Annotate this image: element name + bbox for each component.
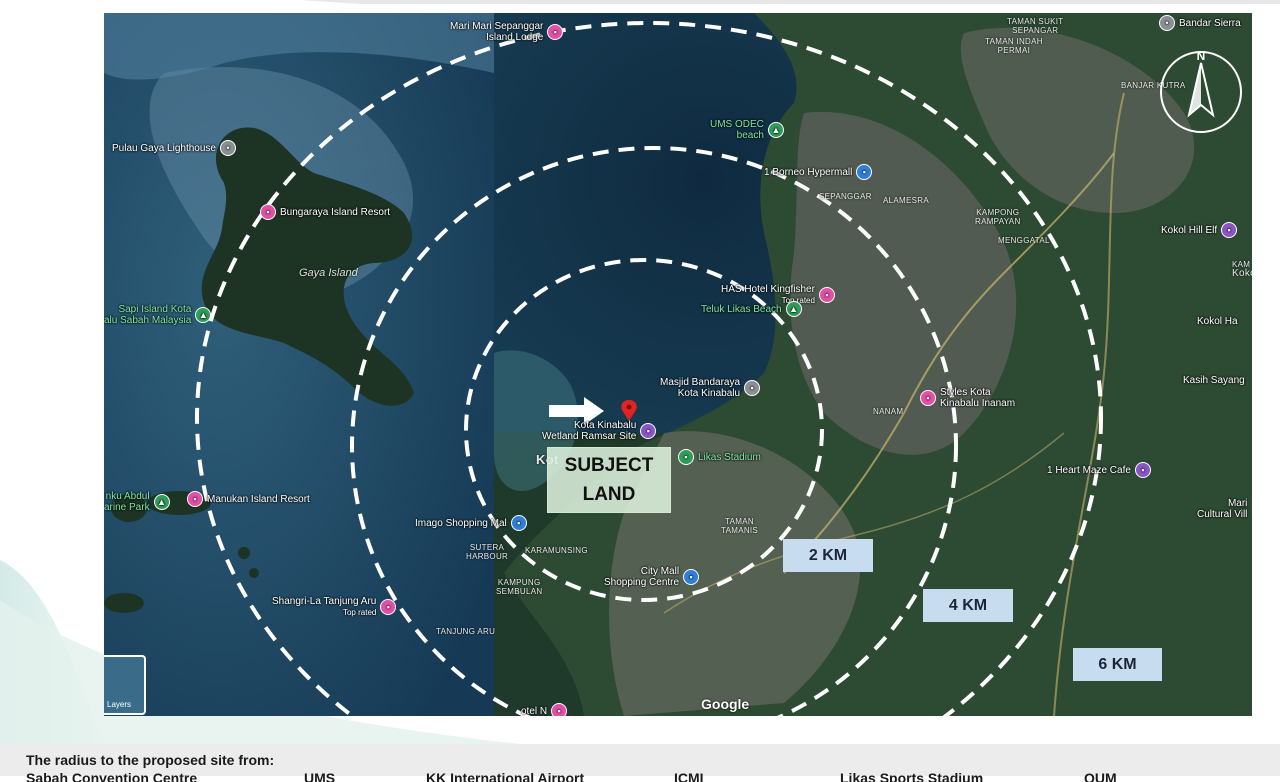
area-label-menggatal: MENGGATAL [998, 236, 1050, 245]
radius-label-2km: 2 KM [783, 539, 873, 572]
poi-sapi-island[interactable]: Sapi Island Kota alu Sabah Malaysia ▲ [104, 304, 212, 326]
hotel-icon: ▪ [187, 491, 203, 507]
poi-kokol-ha[interactable]: Kokol Ha [1197, 316, 1238, 327]
area-label-kampong-rampayan: KAMPONG RAMPAYAN [975, 208, 1021, 226]
layers-button[interactable]: Layers [104, 655, 146, 715]
shopping-icon: ▪ [510, 515, 527, 531]
location-icon: • [1159, 15, 1175, 31]
location-icon: • [219, 140, 236, 156]
poi-shangri-la-tanjung-aru[interactable]: Shangri-La Tanjung Aru Top rated ▪ [272, 596, 397, 618]
poi-wetland-ramsar[interactable]: Kota Kinabalu Wetland Ramsar Site ▪ [542, 420, 657, 442]
radius-label-6km: 6 KM [1073, 648, 1162, 681]
area-label-taman-indah: TAMAN INDAH PERMAI [985, 37, 1043, 55]
poi-mari-mari-cultural[interactable]: Mari Cultural Vill [1197, 498, 1247, 520]
footer-item-4: ICMI [674, 770, 704, 782]
poi-bandar-sierra[interactable]: • Bandar Sierra [1159, 15, 1241, 31]
poi-pulau-gaya-lighthouse[interactable]: Pulau Gaya Lighthouse • [112, 140, 236, 156]
poi-masjid-bandaraya[interactable]: Masjid Bandaraya Kota Kinabalu ▪ [660, 377, 761, 399]
poi-likas-stadium[interactable]: ▪ Likas Stadium [678, 449, 761, 465]
area-label-kam-koko: KAMKoko [1232, 260, 1252, 279]
poi-imago-shopping-mall[interactable]: Imago Shopping Mal ▪ [415, 515, 527, 531]
area-label-alamesra: ALAMESRA [883, 196, 929, 205]
poi-tunku-abdul-rahman-park[interactable]: nku Abdul arine Park ▲ [104, 491, 170, 513]
camera-icon: ▪ [1134, 462, 1151, 478]
poi-1-borneo-hypermall[interactable]: 1 Borneo Hypermall ▪ [764, 164, 873, 180]
subject-land-label: SUBJECT LAND [547, 447, 671, 513]
footer: The radius to the proposed site from: Sa… [0, 744, 1280, 782]
footer-item-1: Sabah Convention Centre [26, 770, 198, 782]
poi-city-mall[interactable]: City Mall Shopping Centre ▪ [604, 566, 700, 588]
shopping-icon: ▪ [683, 569, 700, 585]
beach-icon: ▲ [767, 122, 784, 138]
footer-item-5: Likas Sports Stadium [840, 770, 984, 782]
radius-label-4km: 4 KM [923, 589, 1013, 622]
poi-hotel-nexus[interactable]: otel N ▪ [521, 703, 568, 716]
poi-teluk-likas-beach[interactable]: Teluk Likas Beach ▲ [701, 301, 802, 317]
area-label-tanjung-aru: TANJUNG ARU [436, 627, 496, 636]
poi-manukan-island-resort[interactable]: ▪ Manukan Island Resort [187, 491, 310, 507]
area-label-sutera-harbour: SUTERA HARBOUR [466, 543, 509, 561]
north-arrow-icon: N [1160, 49, 1242, 133]
camera-icon: ▪ [1221, 222, 1238, 238]
island-label-gaya: Gaya Island [299, 267, 358, 279]
park-icon: ▲ [153, 494, 170, 510]
area-label-nanam: NANAM [873, 407, 904, 416]
area-label-sepanggar: SEPANGGAR [819, 192, 872, 201]
google-attribution: Google [701, 696, 750, 712]
poi-mari-mari-sepanggar[interactable]: Mari Mari Sepanggar Island Lodge ▪ [450, 21, 564, 43]
beach-icon: ▲ [785, 301, 802, 317]
hotel-icon: ▪ [260, 204, 276, 220]
area-label-karamunsing: KARAMUNSING [525, 546, 588, 555]
area-label-taman-sukit: TAMAN SUKIT SEPANGAR [1007, 17, 1064, 35]
mosque-icon: ▪ [744, 380, 761, 396]
poi-kasih-sayang[interactable]: Kasih Sayang [1183, 375, 1245, 386]
satellite-map[interactable]: Mari Mari Sepanggar Island Lodge ▪ • Ban… [104, 13, 1252, 716]
footer-item-3: KK International Airport [426, 770, 585, 782]
hotel-icon: ▪ [380, 599, 397, 615]
area-label-taman-tamanis: TAMAN TAMANIS [721, 517, 759, 535]
footer-distance-row: Sabah Convention Centre UMS KK Internati… [26, 770, 1256, 782]
svg-text:N: N [1197, 49, 1206, 63]
hotel-icon: ▪ [551, 703, 568, 716]
hotel-icon: ▪ [920, 390, 936, 406]
footer-item-6: QUM [1084, 770, 1117, 782]
park-icon: ▲ [195, 307, 212, 323]
poi-ums-odec-beach[interactable]: UMS ODEC beach ▲ [710, 119, 784, 141]
hotel-icon: ▪ [818, 287, 835, 303]
camera-icon: ▪ [640, 423, 657, 439]
poi-1-heart-maze-cafe[interactable]: 1 Heart Maze Cafe ▪ [1047, 462, 1151, 478]
footer-title: The radius to the proposed site from: [26, 752, 275, 768]
poi-styles-kota-kinabalu[interactable]: ▪ Styles Kota Kinabalu Inanam [920, 387, 1015, 409]
stadium-icon: ▪ [678, 449, 694, 465]
poi-bungaraya-island-resort[interactable]: ▪ Bungaraya Island Resort [260, 204, 390, 220]
shopping-icon: ▪ [856, 164, 873, 180]
area-label-kampung-sembulan: KAMPUNG SEMBULAN [496, 578, 543, 596]
hotel-icon: ▪ [547, 24, 564, 40]
footer-item-2: UMS [304, 770, 336, 782]
poi-kokol-hill-elf[interactable]: Kokol Hill Elf ▪ [1161, 222, 1238, 238]
